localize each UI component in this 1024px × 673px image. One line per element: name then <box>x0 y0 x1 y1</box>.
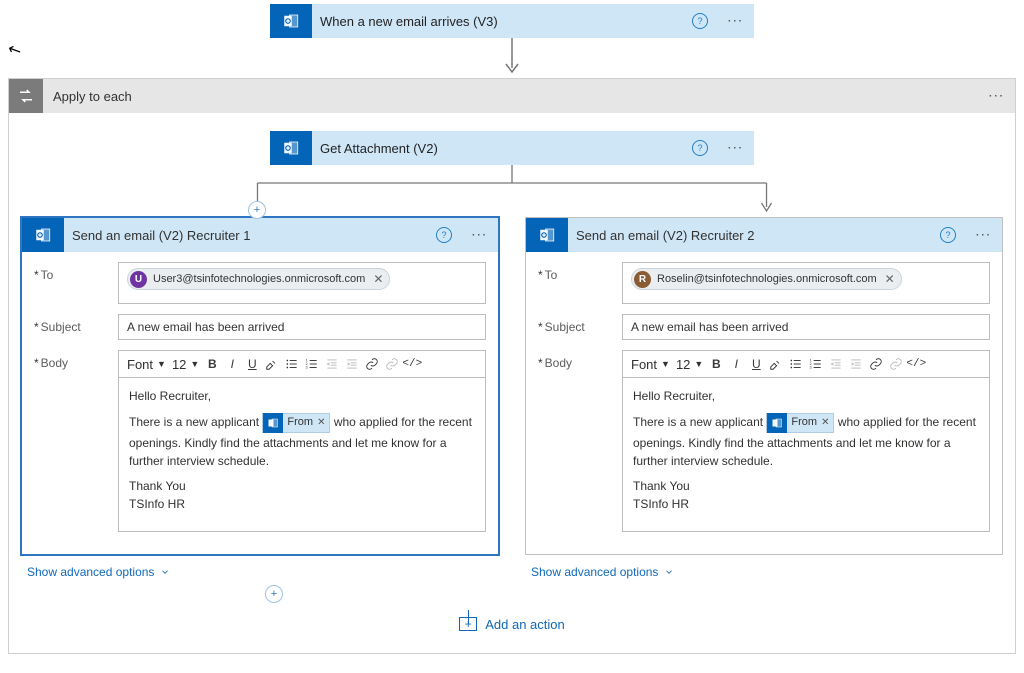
subject-label: *Subject <box>538 314 622 340</box>
outdent-button[interactable] <box>322 354 342 374</box>
card-header[interactable]: Send an email (V2) Recruiter 2 ? ··· <box>526 218 1002 252</box>
fontsize-select[interactable]: 12 ▼ <box>673 357 706 372</box>
body-editor[interactable]: Hello Recruiter, There is a new applican… <box>622 377 990 532</box>
help-icon[interactable]: ? <box>940 227 956 243</box>
outlook-icon <box>263 413 283 433</box>
fontsize-select[interactable]: 12 ▼ <box>169 357 202 372</box>
send-email-card: Send an email (V2) Recruiter 2 ? ··· *To… <box>525 217 1003 555</box>
bold-button[interactable]: B <box>706 354 726 374</box>
font-select[interactable]: Font ▼ <box>124 357 169 372</box>
add-step-icon: + <box>459 617 477 631</box>
svg-text:3: 3 <box>810 366 812 370</box>
indent-button[interactable] <box>846 354 866 374</box>
to-input[interactable]: R Roselin@tsinfotechnologies.onmicrosoft… <box>622 262 990 304</box>
dynamic-token-from[interactable]: From ✕ <box>766 413 834 433</box>
apply-to-each-title: Apply to each <box>43 89 979 104</box>
apply-to-each-container: Apply to each ··· Get Attachment (V2) ? … <box>8 78 1016 654</box>
ellipsis-icon[interactable]: ··· <box>718 16 754 27</box>
help-icon[interactable]: ? <box>692 13 708 29</box>
dynamic-token-from[interactable]: From ✕ <box>262 413 330 433</box>
italic-button[interactable]: I <box>726 354 746 374</box>
outlook-icon <box>526 218 568 252</box>
trigger-title: When a new email arrives (V3) <box>312 14 692 29</box>
get-attachment-card[interactable]: Get Attachment (V2) ? ··· <box>270 131 754 165</box>
ellipsis-icon[interactable]: ··· <box>462 230 498 241</box>
number-list-button[interactable]: 123 <box>302 354 322 374</box>
add-action-button[interactable]: + Add an action <box>21 617 1003 632</box>
remove-token-icon[interactable]: ✕ <box>317 416 325 431</box>
get-attachment-title: Get Attachment (V2) <box>312 141 692 156</box>
outlook-icon <box>270 131 312 165</box>
send-email-card: Send an email (V2) Recruiter 1 ? ··· *To… <box>21 217 499 555</box>
remove-token-icon[interactable]: ✕ <box>821 416 829 431</box>
bold-button[interactable]: B <box>202 354 222 374</box>
outlook-icon <box>270 4 312 38</box>
trigger-card[interactable]: When a new email arrives (V3) ? ··· <box>270 4 754 38</box>
loop-icon <box>9 79 43 113</box>
arrow-down-icon <box>502 38 522 78</box>
insert-step-button[interactable]: + <box>265 585 283 603</box>
bullet-list-button[interactable] <box>786 354 806 374</box>
insert-step-button[interactable]: + <box>248 201 266 219</box>
bullet-list-button[interactable] <box>282 354 302 374</box>
underline-button[interactable]: U <box>746 354 766 374</box>
recipient-chip[interactable]: R Roselin@tsinfotechnologies.onmicrosoft… <box>631 268 902 290</box>
card-header[interactable]: Send an email (V2) Recruiter 1 ? ··· <box>22 218 498 252</box>
show-advanced-options[interactable]: Show advanced options <box>525 555 674 583</box>
add-action-label: Add an action <box>485 617 565 632</box>
number-list-button[interactable]: 123 <box>806 354 826 374</box>
subject-input[interactable]: A new email has been arrived <box>622 314 990 340</box>
code-view-button[interactable]: </> <box>402 354 422 374</box>
outlook-icon <box>22 218 64 252</box>
svg-text:3: 3 <box>306 366 308 370</box>
recipient-email: Roselin@tsinfotechnologies.onmicrosoft.c… <box>657 273 877 285</box>
subject-input[interactable]: A new email has been arrived <box>118 314 486 340</box>
italic-button[interactable]: I <box>222 354 242 374</box>
link-button[interactable] <box>362 354 382 374</box>
code-view-button[interactable]: </> <box>906 354 926 374</box>
ellipsis-icon[interactable]: ··· <box>979 91 1015 102</box>
card-title: Send an email (V2) Recruiter 2 <box>568 228 940 243</box>
font-select[interactable]: Font ▼ <box>628 357 673 372</box>
help-icon[interactable]: ? <box>692 140 708 156</box>
link-button[interactable] <box>866 354 886 374</box>
branch-connector-icon <box>21 165 1003 217</box>
outlook-icon <box>767 413 787 433</box>
chevron-down-icon <box>160 567 170 577</box>
recipient-chip[interactable]: U User3@tsinfotechnologies.onmicrosoft.c… <box>127 268 390 290</box>
unlink-button[interactable] <box>886 354 906 374</box>
apply-to-each-header[interactable]: Apply to each ··· <box>9 79 1015 113</box>
to-input[interactable]: U User3@tsinfotechnologies.onmicrosoft.c… <box>118 262 486 304</box>
highlight-button[interactable] <box>262 354 282 374</box>
help-icon[interactable]: ? <box>436 227 452 243</box>
ellipsis-icon[interactable]: ··· <box>718 143 754 154</box>
unlink-button[interactable] <box>382 354 402 374</box>
outdent-button[interactable] <box>826 354 846 374</box>
show-advanced-options[interactable]: Show advanced options <box>21 555 170 583</box>
chevron-down-icon <box>664 567 674 577</box>
body-editor[interactable]: Hello Recruiter, There is a new applican… <box>118 377 486 532</box>
remove-chip-icon[interactable]: ✕ <box>373 272 383 286</box>
to-label: *To <box>538 262 622 304</box>
indent-button[interactable] <box>342 354 362 374</box>
recipient-email: User3@tsinfotechnologies.onmicrosoft.com <box>153 273 365 285</box>
rich-text-toolbar: Font ▼ 12 ▼ B I U 1 <box>118 350 486 377</box>
underline-button[interactable]: U <box>242 354 262 374</box>
body-label: *Body <box>538 350 622 532</box>
highlight-button[interactable] <box>766 354 786 374</box>
remove-chip-icon[interactable]: ✕ <box>885 272 895 286</box>
to-label: *To <box>34 262 118 304</box>
ellipsis-icon[interactable]: ··· <box>966 230 1002 241</box>
body-label: *Body <box>34 350 118 532</box>
card-title: Send an email (V2) Recruiter 1 <box>64 228 436 243</box>
rich-text-toolbar: Font ▼ 12 ▼ B I U 1 <box>622 350 990 377</box>
subject-label: *Subject <box>34 314 118 340</box>
